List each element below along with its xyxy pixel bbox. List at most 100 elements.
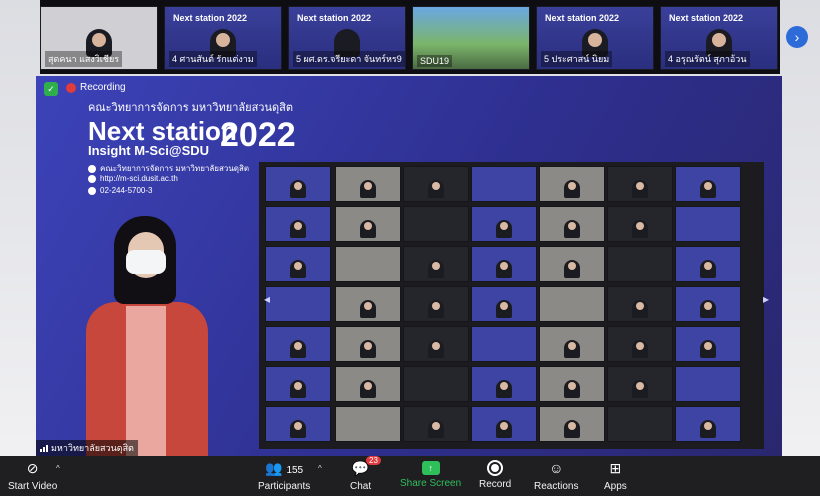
gallery-participant-video (496, 420, 512, 438)
share-screen-button[interactable]: ↑ Share Screen (400, 458, 461, 489)
gallery-participant-tile[interactable] (471, 286, 537, 322)
participant-tile[interactable]: Next station 2022 5 ประศาสน์ นิยม (536, 6, 654, 70)
gallery-participant-tile[interactable] (675, 246, 741, 282)
gallery-participant-tile[interactable] (539, 246, 605, 282)
gallery-participant-tile[interactable] (265, 206, 331, 242)
gallery-participant-tile[interactable] (265, 366, 331, 402)
participant-tile[interactable]: Next station 2022 4 ศานสันต์ รักแต่งาม (164, 6, 282, 70)
gallery-participant-tile[interactable] (335, 406, 401, 442)
presenter-name-label: มหาวิทยาลัยสวนดุสิต (36, 440, 138, 456)
participants-label: Participants (258, 481, 311, 492)
gallery-participant-tile[interactable] (539, 166, 605, 202)
gallery-participant-tile[interactable] (265, 246, 331, 282)
shield-icon[interactable]: ✓ (44, 82, 58, 96)
participant-name: SDU19 (417, 55, 453, 67)
gallery-participant-tile[interactable] (675, 286, 741, 322)
gallery-participant-tile[interactable] (607, 246, 673, 282)
contact-phone-text: 02-244-5700-3 (100, 186, 153, 195)
recording-icon (66, 82, 76, 93)
participant-tile[interactable]: Next station 2022 4 อรุณรัตน์ สุภาอ้วน (660, 6, 778, 70)
start-video-label: Start Video (8, 481, 58, 492)
start-video-button[interactable]: ⊘ Start Video (8, 458, 57, 492)
participant-tile[interactable]: สุดคนา แสงวิเชียร (40, 6, 158, 70)
gallery-participant-tile[interactable] (539, 406, 605, 442)
gallery-next-icon[interactable]: ▸ (763, 292, 769, 306)
gallery-participant-tile[interactable] (471, 246, 537, 282)
participants-options-caret[interactable]: ^ (318, 464, 322, 473)
signal-icon (40, 444, 48, 452)
gallery-participant-video (632, 300, 648, 318)
gallery-participant-tile[interactable] (607, 366, 673, 402)
gallery-participant-tile[interactable] (539, 366, 605, 402)
event-year: 2022 (220, 116, 296, 154)
gallery-participant-tile[interactable] (675, 206, 741, 242)
apps-icon: ⊞ (609, 460, 622, 476)
gallery-participant-tile[interactable] (335, 246, 401, 282)
gallery-participant-tile[interactable] (607, 406, 673, 442)
gallery-participant-tile[interactable] (675, 366, 741, 402)
participants-button[interactable]: 👥 155 Participants (258, 458, 310, 492)
gallery-participant-tile[interactable] (265, 286, 331, 322)
gallery-participant-video (290, 220, 306, 238)
gallery-participant-tile[interactable] (675, 166, 741, 202)
gallery-participant-video (428, 180, 444, 198)
gallery-participant-tile[interactable] (675, 326, 741, 362)
gallery-participant-tile[interactable] (471, 166, 537, 202)
presenter-mask (126, 250, 166, 274)
gallery-participant-tile[interactable] (607, 326, 673, 362)
gallery-participant-tile[interactable] (335, 366, 401, 402)
gallery-participant-tile[interactable] (265, 406, 331, 442)
apps-label: Apps (604, 481, 627, 492)
gallery-participant-video (632, 180, 648, 198)
gallery-participant-tile[interactable] (403, 366, 469, 402)
gallery-participant-tile[interactable] (265, 166, 331, 202)
phone-icon (88, 186, 96, 195)
gallery-participant-tile[interactable] (607, 286, 673, 322)
presenter-shirt (126, 306, 166, 456)
gallery-participant-video (360, 220, 376, 238)
gallery-participant-tile[interactable] (403, 206, 469, 242)
gallery-participant-tile[interactable] (539, 326, 605, 362)
gallery-participant-tile[interactable] (403, 166, 469, 202)
gallery-participant-tile[interactable] (539, 286, 605, 322)
gallery-participant-tile[interactable] (335, 166, 401, 202)
gallery-participant-tile[interactable] (403, 406, 469, 442)
gallery-participant-video (564, 380, 580, 398)
video-options-caret[interactable]: ^ (56, 464, 60, 473)
participant-tile[interactable]: Next station 2022 5 ผศ.ดร.จรียะดา จันทร์… (288, 6, 406, 70)
next-page-icon[interactable]: › (786, 26, 808, 48)
gallery-participant-tile[interactable] (607, 166, 673, 202)
gallery-participant-tile[interactable] (675, 406, 741, 442)
gallery-participant-video (290, 260, 306, 278)
gallery-participant-tile[interactable] (265, 326, 331, 362)
gallery-participant-tile[interactable] (403, 286, 469, 322)
gallery-participant-tile[interactable] (471, 206, 537, 242)
gallery-participant-tile[interactable] (403, 326, 469, 362)
gallery-participant-tile[interactable] (539, 206, 605, 242)
contact-website: http://m-sci.dusit.ac.th (88, 174, 178, 183)
gallery-participant-tile[interactable] (335, 206, 401, 242)
gallery-prev-icon[interactable]: ◂ (264, 292, 270, 306)
gallery-participant-tile[interactable] (335, 286, 401, 322)
participant-tile[interactable]: SDU19 (412, 6, 530, 70)
gallery-participant-video (496, 260, 512, 278)
event-subtitle: Insight M-Sci@SDU (88, 143, 210, 158)
chat-button[interactable]: 💬 23 Chat (350, 456, 381, 492)
gallery-participant-tile[interactable] (607, 206, 673, 242)
gallery-participant-tile[interactable] (471, 326, 537, 362)
gallery-participant-video (360, 380, 376, 398)
gallery-participant-tile[interactable] (471, 406, 537, 442)
record-button[interactable]: Record (479, 458, 511, 490)
globe-icon (88, 174, 96, 183)
gallery-participant-tile[interactable] (471, 366, 537, 402)
gallery-participant-tile[interactable] (403, 246, 469, 282)
participant-background-text: Next station 2022 (173, 13, 248, 23)
reactions-button[interactable]: ☺ Reactions (534, 458, 578, 492)
participant-name: สุดคนา แสงวิเชียร (45, 51, 123, 67)
gallery-participant-video (290, 380, 306, 398)
gallery-participant-video (564, 220, 580, 238)
apps-button[interactable]: ⊞ Apps (604, 458, 627, 492)
gallery-participant-video (428, 420, 444, 438)
gallery-participant-tile[interactable] (335, 326, 401, 362)
gallery-participant-video (428, 340, 444, 358)
